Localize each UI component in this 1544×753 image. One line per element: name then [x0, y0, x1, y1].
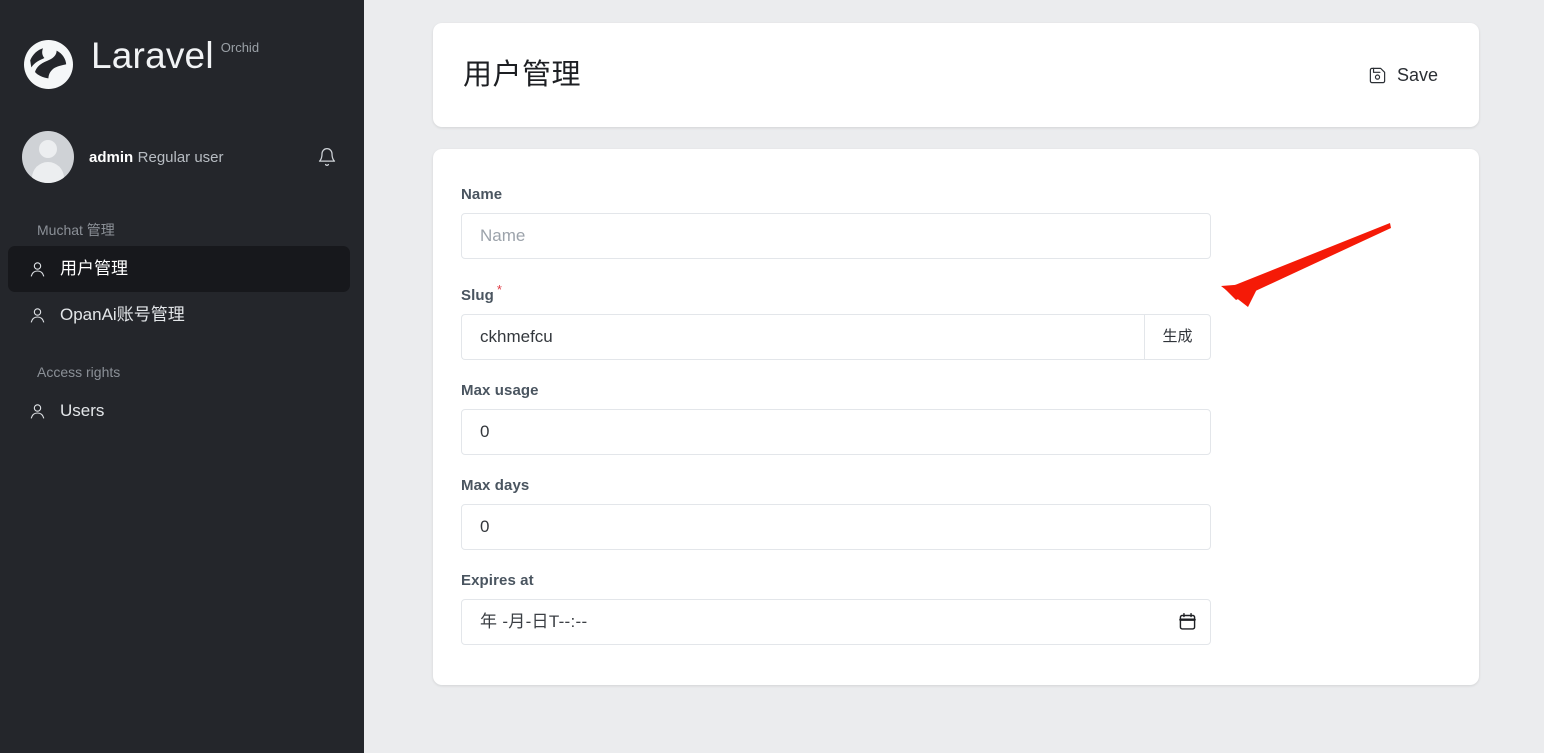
- page-header-card: 用户管理 Save: [433, 23, 1479, 127]
- nav-heading-muchat: Muchat 管理: [37, 221, 115, 238]
- profile-role: Regular user: [137, 148, 224, 166]
- expires-at-wrapper: 年 -月-日T--:--: [461, 599, 1211, 645]
- user-icon: [27, 259, 48, 280]
- field-expires-at: Expires at 年 -月-日T--:--: [461, 571, 1439, 645]
- profile-username: admin: [89, 148, 134, 166]
- sidebar: Laravel Orchid admin Regular user Muchat…: [0, 0, 364, 753]
- sidebar-item-user-management[interactable]: 用户管理: [8, 246, 350, 292]
- sidebar-nav: Muchat 管理 用户管理 OpanAi账号管理 Access rights …: [0, 214, 364, 434]
- avatar: [22, 131, 74, 183]
- sidebar-item-label: 用户管理: [60, 259, 128, 278]
- slug-input[interactable]: [461, 314, 1144, 360]
- nav-heading-access-rights: Access rights: [37, 363, 121, 380]
- save-button[interactable]: Save: [1364, 57, 1442, 93]
- sidebar-item-label: OpanAi账号管理: [60, 305, 185, 324]
- save-button-label: Save: [1396, 65, 1438, 85]
- field-label-max-days: Max days: [461, 477, 530, 494]
- field-max-days: Max days: [461, 476, 1439, 550]
- form-card: Name Slug* 生成 Max usage: [433, 149, 1479, 685]
- expires-at-input[interactable]: 年 -月-日T--:--: [461, 599, 1211, 645]
- field-slug: Slug* 生成: [461, 280, 1439, 360]
- main-content: 用户管理 Save Name Name Slug * ckhmefcu 生成 M…: [364, 0, 1544, 753]
- nav-divider-spacer: [0, 338, 364, 356]
- profile-block[interactable]: admin Regular user: [0, 120, 364, 194]
- brand-name: Laravel: [91, 35, 214, 76]
- brand-suffix: Orchid: [220, 40, 260, 55]
- expires-at-placeholder: 年 -月-日T--:--: [480, 612, 588, 631]
- save-floppy-icon: [1368, 66, 1387, 85]
- field-name: Name: [461, 185, 1439, 259]
- field-label-expires-at: Expires at: [461, 572, 534, 589]
- field-label-max-usage: Max usage: [461, 382, 539, 399]
- slug-input-group: 生成: [461, 314, 1211, 360]
- sidebar-item-users[interactable]: Users: [8, 388, 350, 434]
- generate-slug-button[interactable]: 生成: [1144, 314, 1211, 360]
- max-usage-input[interactable]: [461, 409, 1211, 455]
- field-label-slug: Slug *: [461, 280, 1439, 306]
- max-days-input[interactable]: [461, 504, 1211, 550]
- brand[interactable]: Laravel Orchid: [0, 0, 364, 108]
- field-max-usage: Max usage: [461, 381, 1439, 455]
- sidebar-item-openai-account-management[interactable]: OpanAi账号管理: [8, 292, 350, 338]
- page-title: 用户管理: [463, 59, 582, 91]
- bell-icon[interactable]: [312, 142, 342, 172]
- sidebar-item-label: Users: [60, 401, 105, 420]
- app-root: Laravel Orchid admin Regular user Muchat…: [0, 0, 1544, 753]
- user-icon: [27, 305, 48, 326]
- laravel-orchid-logo-icon: [22, 38, 75, 91]
- field-label-slug-text: Slug: [461, 287, 494, 304]
- calendar-icon[interactable]: [1179, 612, 1196, 631]
- user-icon: [27, 401, 48, 422]
- field-label-name: Name: [461, 186, 503, 203]
- name-input[interactable]: [461, 213, 1211, 259]
- required-asterisk: *: [496, 282, 503, 297]
